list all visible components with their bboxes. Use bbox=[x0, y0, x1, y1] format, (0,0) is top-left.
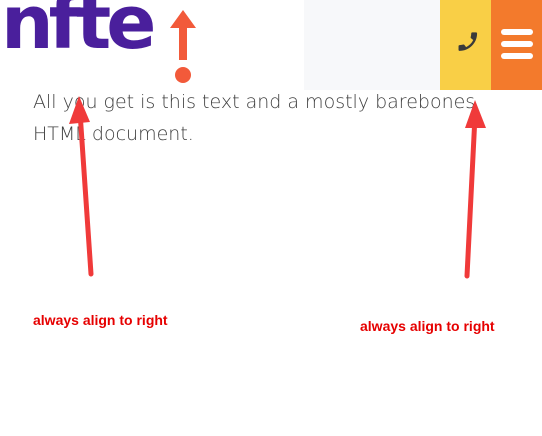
logo[interactable]: nfte bbox=[0, 0, 304, 90]
hamburger-menu-icon bbox=[501, 29, 533, 59]
site-header: nfte bbox=[0, 0, 542, 90]
phone-button[interactable] bbox=[440, 0, 491, 90]
logo-wordmark: nfte bbox=[1, 0, 156, 66]
phone-icon bbox=[458, 32, 478, 51]
menu-button[interactable] bbox=[491, 0, 542, 90]
body-text: All you get is this text and a mostly ba… bbox=[33, 91, 476, 145]
logo-exclamation-arrow-icon bbox=[170, 10, 196, 83]
left-annotation-label: always align to right bbox=[33, 312, 168, 328]
right-annotation-label: always align to right bbox=[360, 318, 495, 334]
